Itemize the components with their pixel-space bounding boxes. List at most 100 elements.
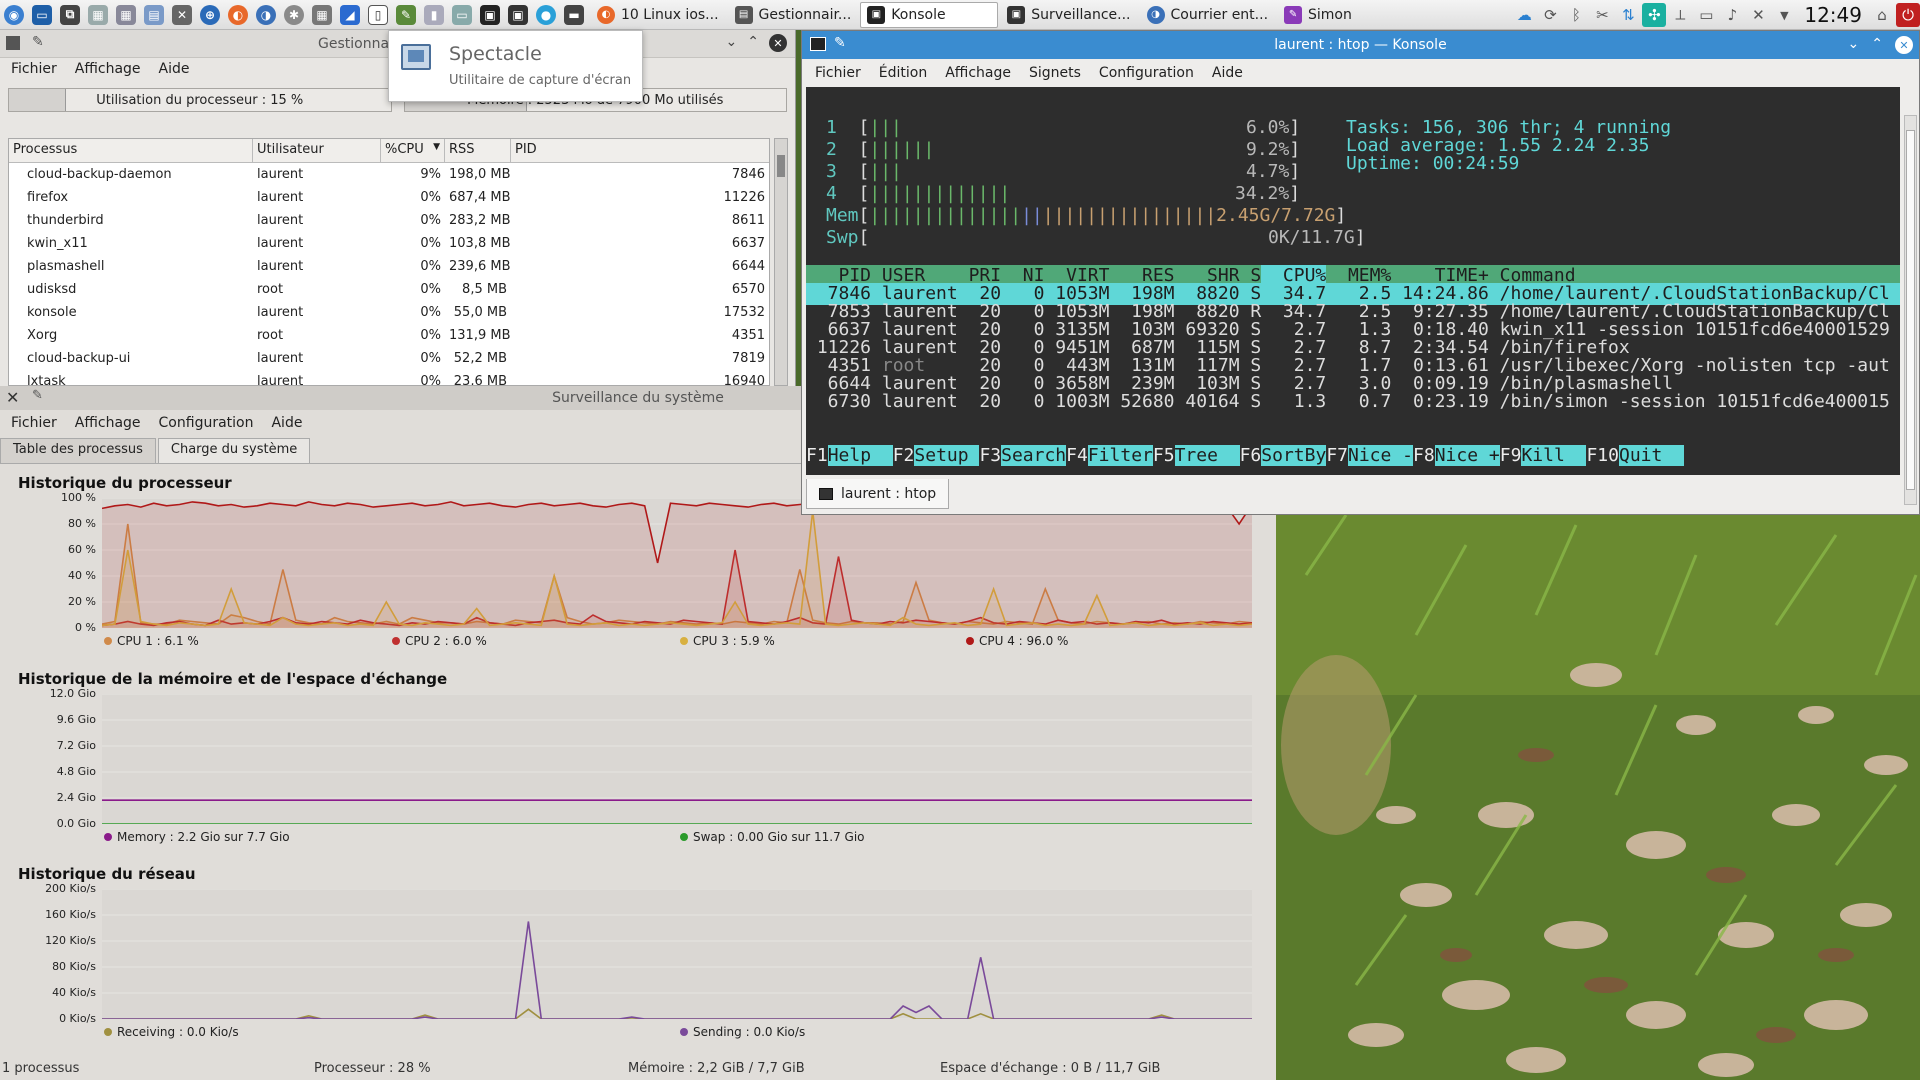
network-icon[interactable]: ⧉ xyxy=(56,1,84,29)
network-tray-icon[interactable]: ⟂ xyxy=(1668,3,1692,27)
table-row[interactable]: kwin_x11 laurent 0% 103,8 MB 6637 xyxy=(9,232,769,255)
kde-connect-icon[interactable]: ✣ xyxy=(1642,3,1667,27)
calculator-icon[interactable]: ▦ xyxy=(308,1,336,29)
fkey-label[interactable]: SortBy xyxy=(1261,445,1327,466)
pen-icon[interactable]: ✎ xyxy=(392,1,420,29)
display-icon[interactable]: ▭ xyxy=(1694,3,1718,27)
clock[interactable]: 12:49 xyxy=(1798,3,1868,27)
menu-aide[interactable]: Aide xyxy=(262,415,311,431)
tools-tray-icon[interactable]: ✕ xyxy=(1746,3,1770,27)
window-list-2-icon[interactable]: ▦ xyxy=(112,1,140,29)
screen-icon[interactable]: ▬ xyxy=(560,1,588,29)
terminal-2-icon[interactable]: ▣ xyxy=(504,1,532,29)
globe-icon[interactable]: ⊕ xyxy=(196,1,224,29)
cloud-icon[interactable]: ☁ xyxy=(1512,3,1536,27)
wrench-icon[interactable]: ✂ xyxy=(1590,3,1614,27)
window-list-icon[interactable]: ▦ xyxy=(84,1,112,29)
task-gestionnaire[interactable]: ▤ Gestionnair... xyxy=(728,2,859,28)
table-row[interactable]: Xorg root 0% 131,9 MB 4351 xyxy=(9,324,769,347)
menu-affichage[interactable]: Affichage xyxy=(66,61,150,77)
table-row[interactable]: firefox laurent 0% 687,4 MB 11226 xyxy=(9,186,769,209)
minimize-icon[interactable]: ⌄ xyxy=(726,34,738,52)
task-simon[interactable]: ✎ Simon xyxy=(1277,2,1359,28)
fkey-label[interactable]: Kill xyxy=(1521,445,1587,466)
task-surveillance[interactable]: ▣ Surveillance... xyxy=(1000,2,1137,28)
table-row[interactable]: lxtask laurent 0% 23,6 MB 16940 xyxy=(9,370,769,385)
task-courrier[interactable]: ◑ Courrier ent... xyxy=(1140,2,1276,28)
sync-icon[interactable]: ⟳ xyxy=(1538,3,1562,27)
fkey-label[interactable]: Filter xyxy=(1087,445,1153,466)
menu-affichage[interactable]: Affichage xyxy=(66,415,150,431)
process-name: thunderbird xyxy=(27,213,104,228)
minimize-icon[interactable]: ⌄ xyxy=(1848,36,1860,54)
thunderbird-icon[interactable]: ◑ xyxy=(252,1,280,29)
task-konsole[interactable]: ▣ Konsole xyxy=(860,1,999,28)
fkey-label[interactable]: Quit xyxy=(1618,445,1685,466)
tab-system-load[interactable]: Charge du système xyxy=(157,438,311,463)
konsole-titlebar[interactable]: ✎ laurent : htop — Konsole ⌄ ⌃ ✕ xyxy=(802,31,1919,59)
expand-tray-icon[interactable]: ▼ xyxy=(1772,3,1796,27)
menu-configuration[interactable]: Configuration xyxy=(150,415,263,431)
task-firefox[interactable]: ◐ 10 Linux ios... xyxy=(590,2,726,28)
menu-fichier[interactable]: Fichier xyxy=(2,61,66,77)
menu-edition[interactable]: Édition xyxy=(870,65,936,81)
close-icon[interactable]: ✕ xyxy=(769,34,787,52)
close-icon[interactable]: ✕ xyxy=(1895,36,1913,54)
maximize-icon[interactable]: ⌃ xyxy=(747,34,759,52)
document-icon[interactable]: ▯ xyxy=(364,1,392,29)
table-row[interactable]: plasmashell laurent 0% 239,6 MB 6644 xyxy=(9,255,769,278)
table-row[interactable]: konsole laurent 0% 55,0 MB 17532 xyxy=(9,301,769,324)
terminal-launcher-icon[interactable]: ▣ xyxy=(476,1,504,29)
konsole-scrollbar[interactable] xyxy=(1904,115,1917,505)
process-table-scrollbar[interactable] xyxy=(774,138,788,386)
maximize-icon[interactable]: ⌃ xyxy=(1871,36,1883,54)
htop-process-row[interactable]: 6730 laurent 20 0 1003M 52680 40164 S 1.… xyxy=(806,391,1900,413)
logout-icon[interactable]: ⏻ xyxy=(1896,3,1920,27)
desktop-icon[interactable]: ▭ xyxy=(28,1,56,29)
table-row[interactable]: thunderbird laurent 0% 283,2 MB 8611 xyxy=(9,209,769,232)
table-row[interactable]: cloud-backup-ui laurent 0% 52,2 MB 7819 xyxy=(9,347,769,370)
menu-affichage[interactable]: Affichage xyxy=(936,65,1020,81)
ruler-icon[interactable]: ▮ xyxy=(420,1,448,29)
bug-icon[interactable]: ✱ xyxy=(280,1,308,29)
draw-icon[interactable]: ◢ xyxy=(336,1,364,29)
scrollbar-thumb[interactable] xyxy=(777,155,785,177)
window-menu-icon[interactable] xyxy=(6,36,20,50)
fkey-f7: F7 xyxy=(1326,445,1348,466)
app-menu-icon[interactable]: ◉ xyxy=(0,1,28,29)
pin-icon[interactable]: ✎ xyxy=(32,34,44,50)
lock-screen-icon[interactable]: ⌂ xyxy=(1870,3,1894,27)
menu-fichier[interactable]: Fichier xyxy=(806,65,870,81)
menu-signets[interactable]: Signets xyxy=(1020,65,1090,81)
firefox-icon[interactable]: ◐ xyxy=(224,1,252,29)
col-processus[interactable]: Processus xyxy=(9,139,253,162)
update-icon[interactable]: ⇅ xyxy=(1616,3,1640,27)
tools-icon[interactable]: ✕ xyxy=(168,1,196,29)
fkey-label[interactable]: Tree xyxy=(1174,445,1240,466)
konsole-tab[interactable]: laurent : htop xyxy=(806,479,950,509)
menu-aide[interactable]: Aide xyxy=(1203,65,1252,81)
col-utilisateur[interactable]: Utilisateur xyxy=(253,139,381,162)
col-pid[interactable]: PID xyxy=(511,139,769,162)
bluetooth-icon[interactable]: ᛒ xyxy=(1564,3,1588,27)
fkey-label[interactable]: Search xyxy=(1001,445,1067,466)
monitor-icon[interactable]: ▭ xyxy=(448,1,476,29)
col-cpu[interactable]: %CPU ▼ xyxy=(381,139,445,162)
menu-configuration[interactable]: Configuration xyxy=(1090,65,1203,81)
fkey-label[interactable]: Nice - xyxy=(1348,445,1414,466)
htop-terminal[interactable]: 1 [||| 6.0%] 2 [|||||| 9.2%] 3 [||| 4.7%… xyxy=(806,87,1900,475)
camera-icon[interactable]: ● xyxy=(532,1,560,29)
menu-aide[interactable]: Aide xyxy=(150,61,199,77)
fkey-label[interactable]: Help xyxy=(827,445,893,466)
fkey-label[interactable]: Setup xyxy=(914,445,980,466)
fkey-label[interactable]: Nice + xyxy=(1434,445,1500,466)
tab-process-table[interactable]: Table des processus xyxy=(0,438,156,463)
volume-icon[interactable]: ♪ xyxy=(1720,3,1744,27)
col-rss[interactable]: RSS xyxy=(445,139,511,162)
table-row[interactable]: cloud-backup-daemon laurent 9% 198,0 MB 7846 xyxy=(9,163,769,186)
table-row[interactable]: udisksd root 0% 8,5 MB 6570 xyxy=(9,278,769,301)
files-icon[interactable]: ▤ xyxy=(140,1,168,29)
menu-fichier[interactable]: Fichier xyxy=(2,415,66,431)
swap-label: Swp xyxy=(826,227,859,248)
scrollbar-thumb[interactable] xyxy=(1906,130,1915,490)
